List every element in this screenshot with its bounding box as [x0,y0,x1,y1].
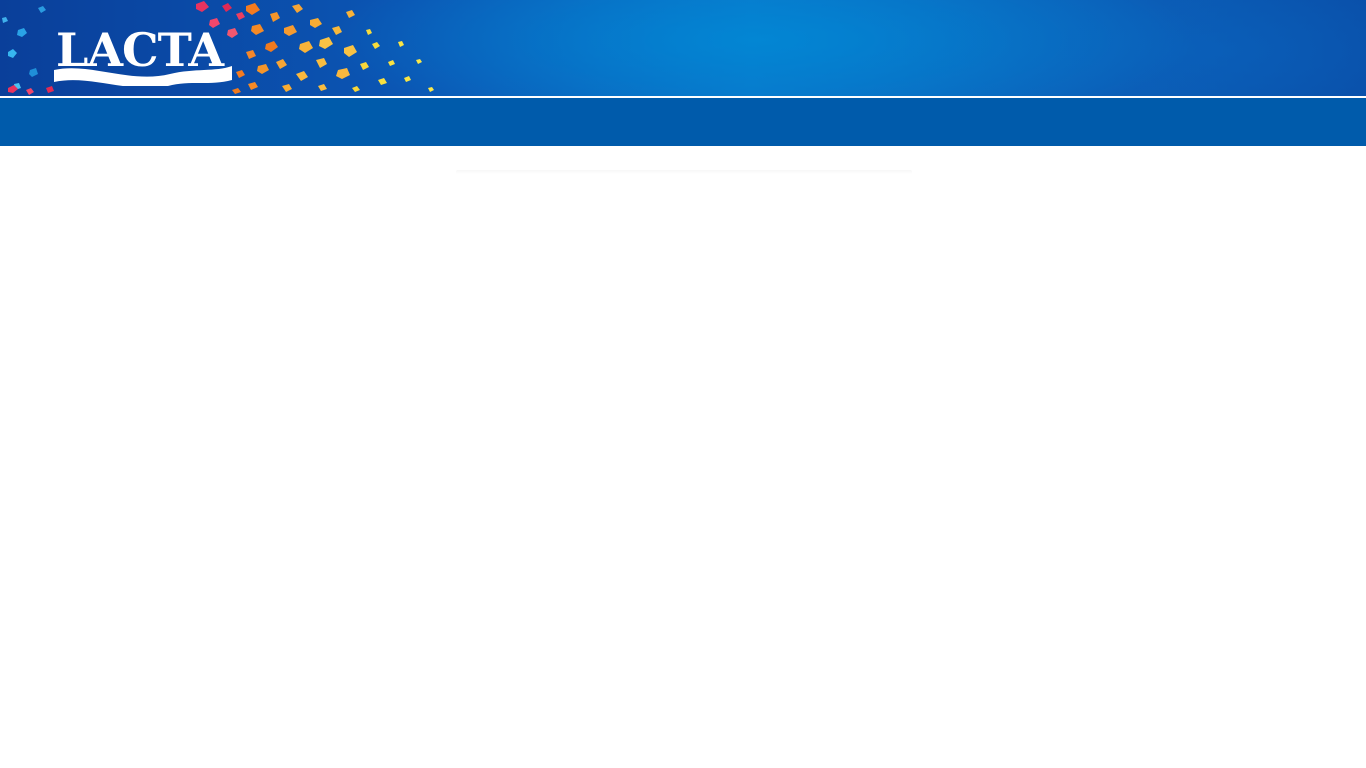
lacta-logo[interactable]: LACTA [50,14,235,86]
content-placeholder [456,170,912,174]
logo-text: LACTA [56,23,225,77]
main-content [0,146,1366,768]
header-banner: LACTA [0,0,1366,96]
page: LACTA [0,0,1366,768]
nav-bar [0,98,1366,146]
